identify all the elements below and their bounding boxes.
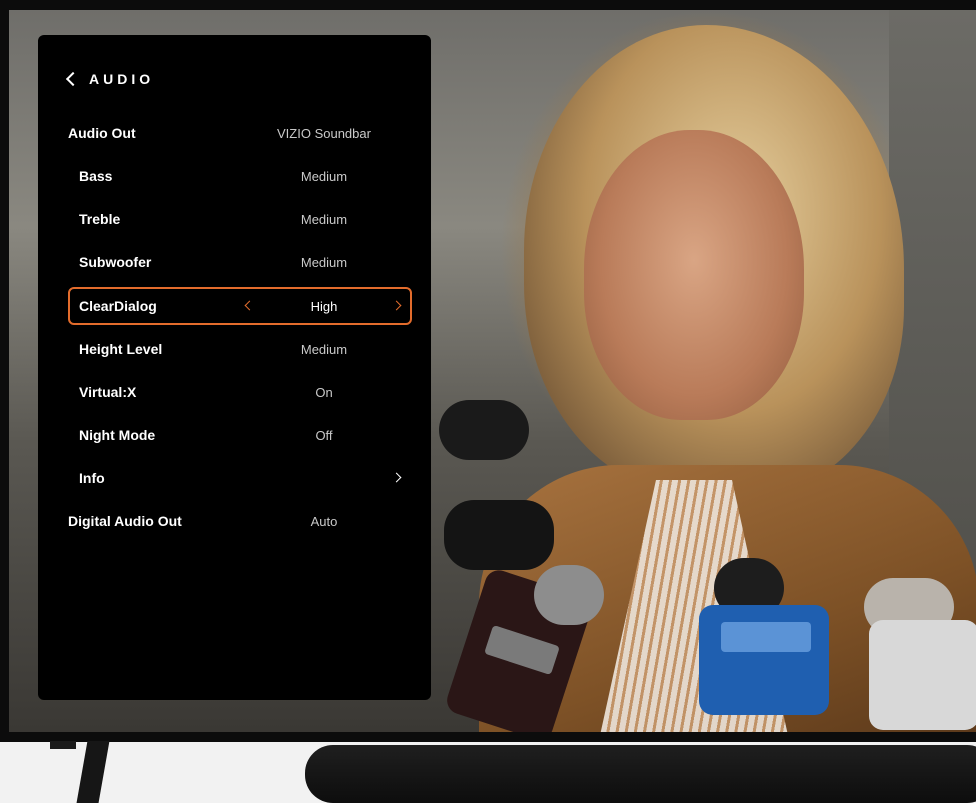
- microphone: [869, 620, 976, 730]
- chevron-left-icon[interactable]: [65, 71, 81, 87]
- menu-item-label: Info: [79, 470, 105, 486]
- menu-title: AUDIO: [89, 71, 155, 87]
- microphone: [439, 400, 529, 460]
- menu-item-audio-out[interactable]: Audio Out VIZIO Soundbar: [68, 114, 412, 152]
- microphone: [444, 500, 554, 570]
- soundbar: [305, 745, 976, 803]
- menu-item-bass[interactable]: Bass Medium: [68, 157, 412, 195]
- menu-header[interactable]: AUDIO: [65, 69, 155, 89]
- menu-item-value: Medium: [300, 254, 348, 270]
- menu-item-virtual-x[interactable]: Virtual:X On: [68, 373, 412, 411]
- menu-item-treble[interactable]: Treble Medium: [68, 200, 412, 238]
- reporter-face: [584, 130, 804, 420]
- microphone-flag: [721, 622, 811, 652]
- menu-item-label: Subwoofer: [79, 254, 152, 270]
- menu-item-label: Treble: [79, 211, 121, 227]
- microphone: [534, 565, 604, 625]
- chevron-right-icon: [391, 472, 402, 483]
- menu-item-label: Height Level: [79, 341, 163, 357]
- menu-item-label: Virtual:X: [79, 384, 137, 400]
- menu-item-label: Bass: [79, 168, 113, 184]
- menu-item-subwoofer[interactable]: Subwoofer Medium: [68, 243, 412, 281]
- menu-item-cleardialog[interactable]: ClearDialog High: [68, 287, 412, 325]
- menu-item-label: Audio Out: [68, 125, 136, 141]
- menu-item-value: VIZIO Soundbar: [277, 125, 371, 141]
- tv-stand-base: [50, 741, 76, 749]
- tv-stand-leg: [76, 741, 110, 803]
- menu-item-label: Digital Audio Out: [68, 513, 182, 529]
- menu-item-label: ClearDialog: [79, 298, 157, 314]
- menu-item-value: Auto: [310, 513, 338, 529]
- menu-item-info[interactable]: Info: [68, 459, 412, 497]
- menu-item-value: Medium: [300, 211, 348, 227]
- menu-item-value: Medium: [300, 168, 348, 184]
- audio-settings-menu: AUDIO Audio Out VIZIO Soundbar Bass Medi…: [38, 35, 431, 700]
- menu-item-label: Night Mode: [79, 427, 156, 443]
- menu-item-digital-audio-out[interactable]: Digital Audio Out Auto: [68, 502, 412, 540]
- menu-item-value: Off: [315, 427, 333, 443]
- chevron-left-icon[interactable]: [244, 300, 255, 311]
- menu-item-height-level[interactable]: Height Level Medium: [68, 330, 412, 368]
- menu-item-value: On: [315, 384, 333, 400]
- menu-item-value: Medium: [300, 341, 348, 357]
- menu-item-value: High: [310, 298, 338, 314]
- menu-item-night-mode[interactable]: Night Mode Off: [68, 416, 412, 454]
